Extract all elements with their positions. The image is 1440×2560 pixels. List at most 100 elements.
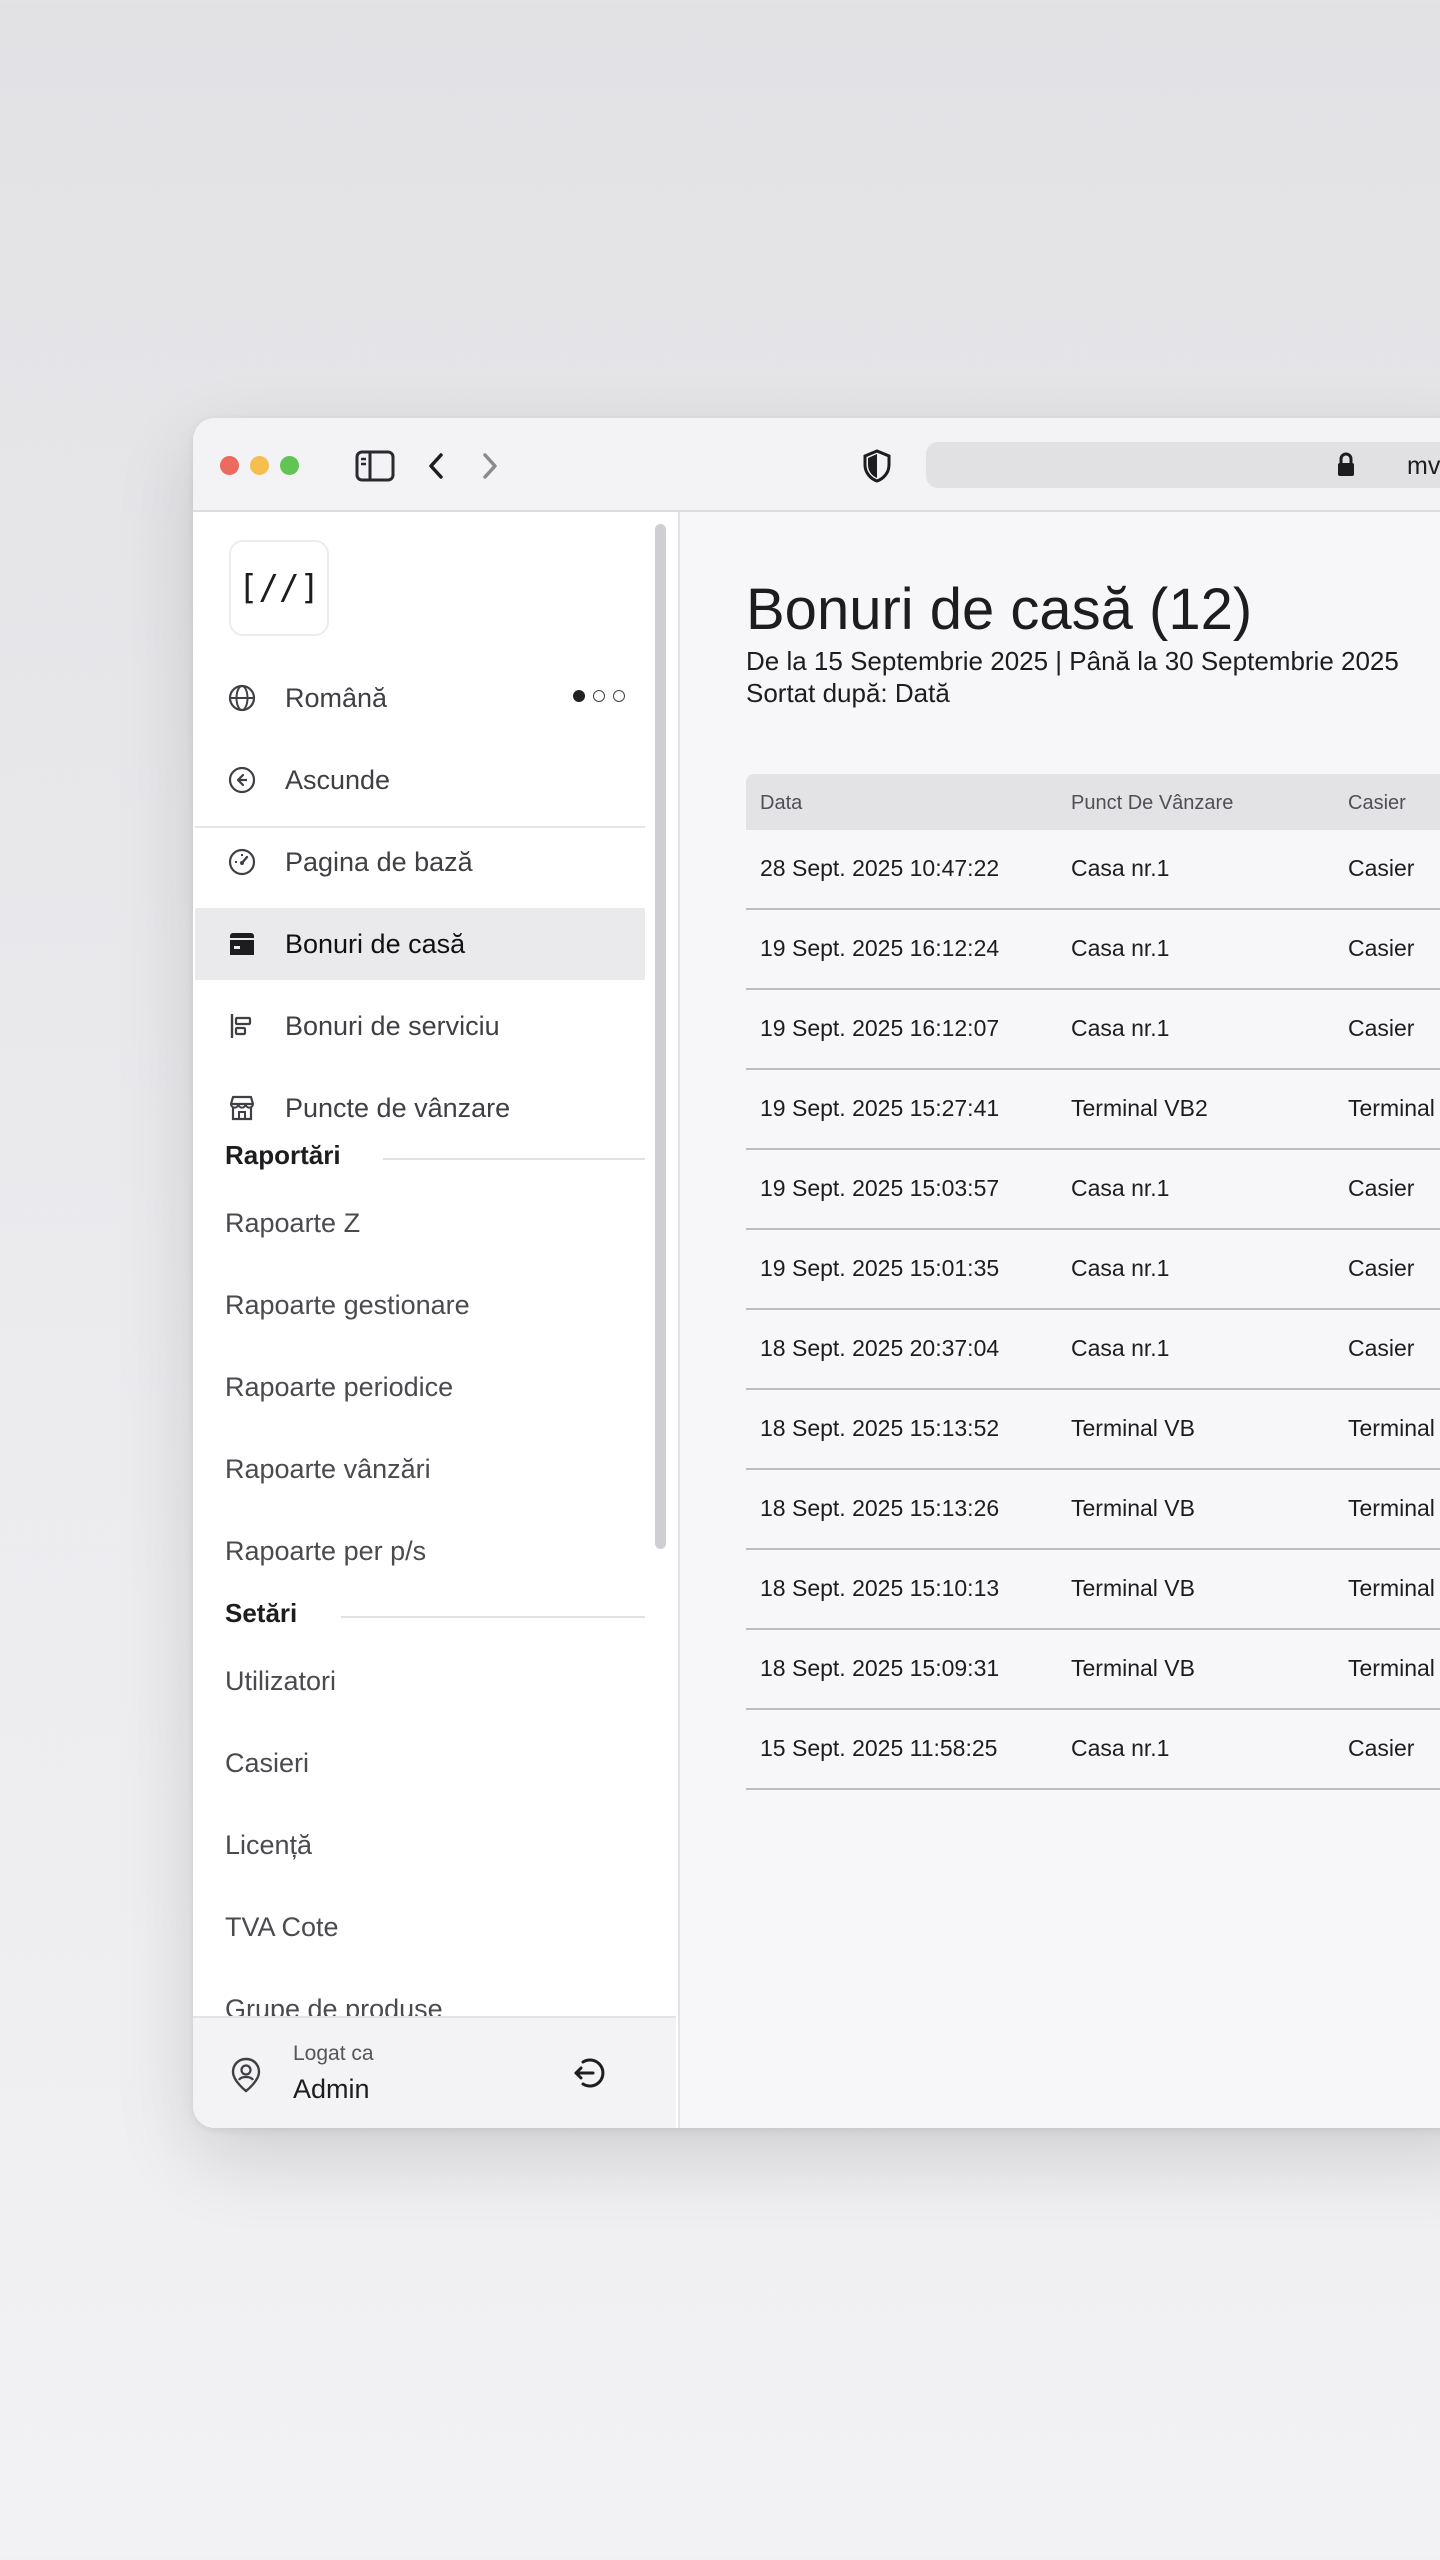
cell-sale-point: Casa nr.1 (1071, 1335, 1170, 1361)
table-row[interactable]: 15 Sept. 2025 11:58:25 Casa nr.1 Casier (746, 1710, 1440, 1790)
sidebar-item-z-reports[interactable]: Rapoarte Z (225, 1208, 360, 1239)
page-dot[interactable] (593, 690, 605, 702)
sidebar-item-sales-reports[interactable]: Rapoarte vânzări (225, 1454, 431, 1485)
cell-cashier: Casier (1348, 1175, 1415, 1201)
nav-item-sale-points[interactable]: Puncte de vânzare (195, 1072, 645, 1144)
table-row[interactable]: 19 Sept. 2025 16:12:24 Casa nr.1 Casier (746, 910, 1440, 990)
nav-item-service-receipts[interactable]: Bonuri de serviciu (195, 990, 645, 1062)
cell-date: 18 Sept. 2025 15:13:52 (760, 1415, 1000, 1441)
cell-date: 18 Sept. 2025 20:37:04 (760, 1335, 1000, 1361)
cell-cashier: Casier (1348, 1255, 1415, 1281)
dashboard-gauge-icon (225, 845, 259, 879)
cell-date: 18 Sept. 2025 15:13:26 (760, 1495, 1000, 1521)
receipts-table: Data Punct De Vânzare Casier 28 Sept. 20… (746, 774, 1440, 1790)
sidebar-item-cashiers[interactable]: Casieri (225, 1748, 309, 1779)
url-text[interactable]: mv (1407, 452, 1440, 481)
app-logo[interactable]: [//] (229, 540, 329, 636)
sidebar-item-vat-rates[interactable]: TVA Cote (225, 1912, 339, 1943)
page-dot[interactable] (613, 690, 625, 702)
back-chevron-icon[interactable] (421, 447, 451, 485)
cell-sale-point: Terminal VB (1071, 1575, 1195, 1601)
cell-date: 19 Sept. 2025 15:01:35 (760, 1255, 1000, 1281)
nav-label: Bonuri de serviciu (285, 1010, 500, 1041)
sidebar-scrollbar[interactable] (655, 524, 666, 1549)
table-row[interactable]: 19 Sept. 2025 15:03:57 Casa nr.1 Casier (746, 1150, 1440, 1230)
page-dot-active[interactable] (573, 690, 585, 702)
cell-cashier: Terminal (1348, 1575, 1435, 1601)
close-window-button[interactable] (220, 456, 239, 475)
cell-sale-point: Casa nr.1 (1071, 855, 1170, 881)
cell-cashier: Terminal (1348, 1655, 1435, 1681)
section-title-settings: Setări (225, 1598, 298, 1628)
logout-button[interactable] (569, 2054, 611, 2096)
cell-sale-point: Casa nr.1 (1071, 1735, 1170, 1761)
table-row[interactable]: 18 Sept. 2025 15:13:26 Terminal VB Termina… (746, 1470, 1440, 1550)
table-row[interactable]: 19 Sept. 2025 15:27:41 Terminal VB2 Termin… (746, 1070, 1440, 1150)
column-header-date[interactable]: Data (760, 792, 802, 815)
cell-date: 19 Sept. 2025 15:03:57 (760, 1175, 1000, 1201)
browser-titlebar: mv (193, 418, 1440, 512)
globe-icon (225, 681, 259, 715)
cell-sale-point: Casa nr.1 (1071, 1255, 1170, 1281)
cell-cashier: Casier (1348, 855, 1415, 881)
cell-cashier: Casier (1348, 935, 1415, 961)
sidebar-item-license[interactable]: Licență (225, 1830, 312, 1861)
cell-sale-point: Terminal VB (1071, 1655, 1195, 1681)
language-selector[interactable]: Română (195, 662, 645, 734)
cell-cashier: Casier (1348, 1335, 1415, 1361)
store-icon (225, 1091, 259, 1125)
user-location-icon (229, 2056, 265, 2096)
sidebar-item-management-reports[interactable]: Rapoarte gestionare (225, 1290, 470, 1321)
hide-sidebar-button[interactable]: Ascunde (195, 744, 645, 816)
table-row[interactable]: 18 Sept. 2025 15:13:52 Terminal VB Termina… (746, 1390, 1440, 1470)
cell-cashier: Casier (1348, 1735, 1415, 1761)
table-row[interactable]: 18 Sept. 2025 15:09:31 Terminal VB Termina… (746, 1630, 1440, 1710)
cell-sale-point: Terminal VB (1071, 1415, 1195, 1441)
language-page-dots[interactable] (573, 690, 625, 702)
cell-date: 28 Sept. 2025 10:47:22 (760, 855, 1000, 881)
cell-cashier: Terminal (1348, 1495, 1435, 1521)
sort-info: Sortat după: Dată (746, 678, 950, 708)
hide-label: Ascunde (285, 764, 391, 795)
cell-date: 18 Sept. 2025 15:09:31 (760, 1655, 1000, 1681)
column-header-cashier[interactable]: Casier (1348, 792, 1406, 815)
privacy-shield-icon[interactable] (859, 448, 895, 484)
cell-cashier: Terminal (1348, 1415, 1435, 1441)
nav-item-home[interactable]: Pagina de bază (195, 826, 645, 898)
sidebar-item-periodic-reports[interactable]: Rapoarte periodice (225, 1372, 453, 1403)
cell-date: 18 Sept. 2025 15:10:13 (760, 1575, 1000, 1601)
lock-icon (1335, 452, 1359, 480)
cell-cashier: Terminal (1348, 1095, 1435, 1121)
section-divider (383, 1158, 645, 1160)
cell-cashier: Casier (1348, 1015, 1415, 1041)
nav-label: Pagina de bază (285, 846, 473, 877)
section-title-reports: Raportări (225, 1140, 341, 1170)
forward-chevron-icon[interactable] (475, 447, 505, 485)
browser-window: mv [//] Română Ascunde Pagina de bază Bo… (193, 418, 1440, 2128)
address-bar[interactable] (926, 442, 1440, 488)
table-body: 28 Sept. 2025 10:47:22 Casa nr.1 Casier 19 … (746, 830, 1440, 1790)
table-row[interactable]: 19 Sept. 2025 15:01:35 Casa nr.1 Casier (746, 1230, 1440, 1310)
sidebar-toggle-icon[interactable] (353, 447, 397, 485)
sidebar: [//] Română Ascunde Pagina de bază Bonur… (193, 512, 680, 2128)
section-divider (341, 1616, 645, 1618)
logged-in-user: Admin (293, 2074, 370, 2104)
logged-in-caption: Logat ca (293, 2042, 374, 2065)
cell-date: 15 Sept. 2025 11:58:25 (760, 1735, 998, 1761)
nav-label: Bonuri de casă (285, 928, 466, 959)
table-row[interactable]: 18 Sept. 2025 15:10:13 Terminal VB Termina… (746, 1550, 1440, 1630)
column-header-sale-point[interactable]: Punct De Vânzare (1071, 792, 1233, 815)
table-row[interactable]: 28 Sept. 2025 10:47:22 Casa nr.1 Casier (746, 830, 1440, 910)
language-label: Română (285, 682, 388, 713)
zoom-window-button[interactable] (280, 456, 299, 475)
table-row[interactable]: 19 Sept. 2025 16:12:07 Casa nr.1 Casier (746, 990, 1440, 1070)
sidebar-item-per-ps-reports[interactable]: Rapoarte per p/s (225, 1536, 426, 1567)
nav-label: Puncte de vânzare (285, 1092, 511, 1123)
sidebar-item-users[interactable]: Utilizatori (225, 1666, 336, 1697)
minimize-window-button[interactable] (250, 456, 269, 475)
page-title: Bonuri de casă (12) (746, 577, 1253, 642)
table-row[interactable]: 18 Sept. 2025 20:37:04 Casa nr.1 Casier (746, 1310, 1440, 1390)
nav-item-receipts[interactable]: Bonuri de casă (195, 908, 645, 980)
cell-sale-point: Casa nr.1 (1071, 1175, 1170, 1201)
cell-sale-point: Casa nr.1 (1071, 935, 1170, 961)
